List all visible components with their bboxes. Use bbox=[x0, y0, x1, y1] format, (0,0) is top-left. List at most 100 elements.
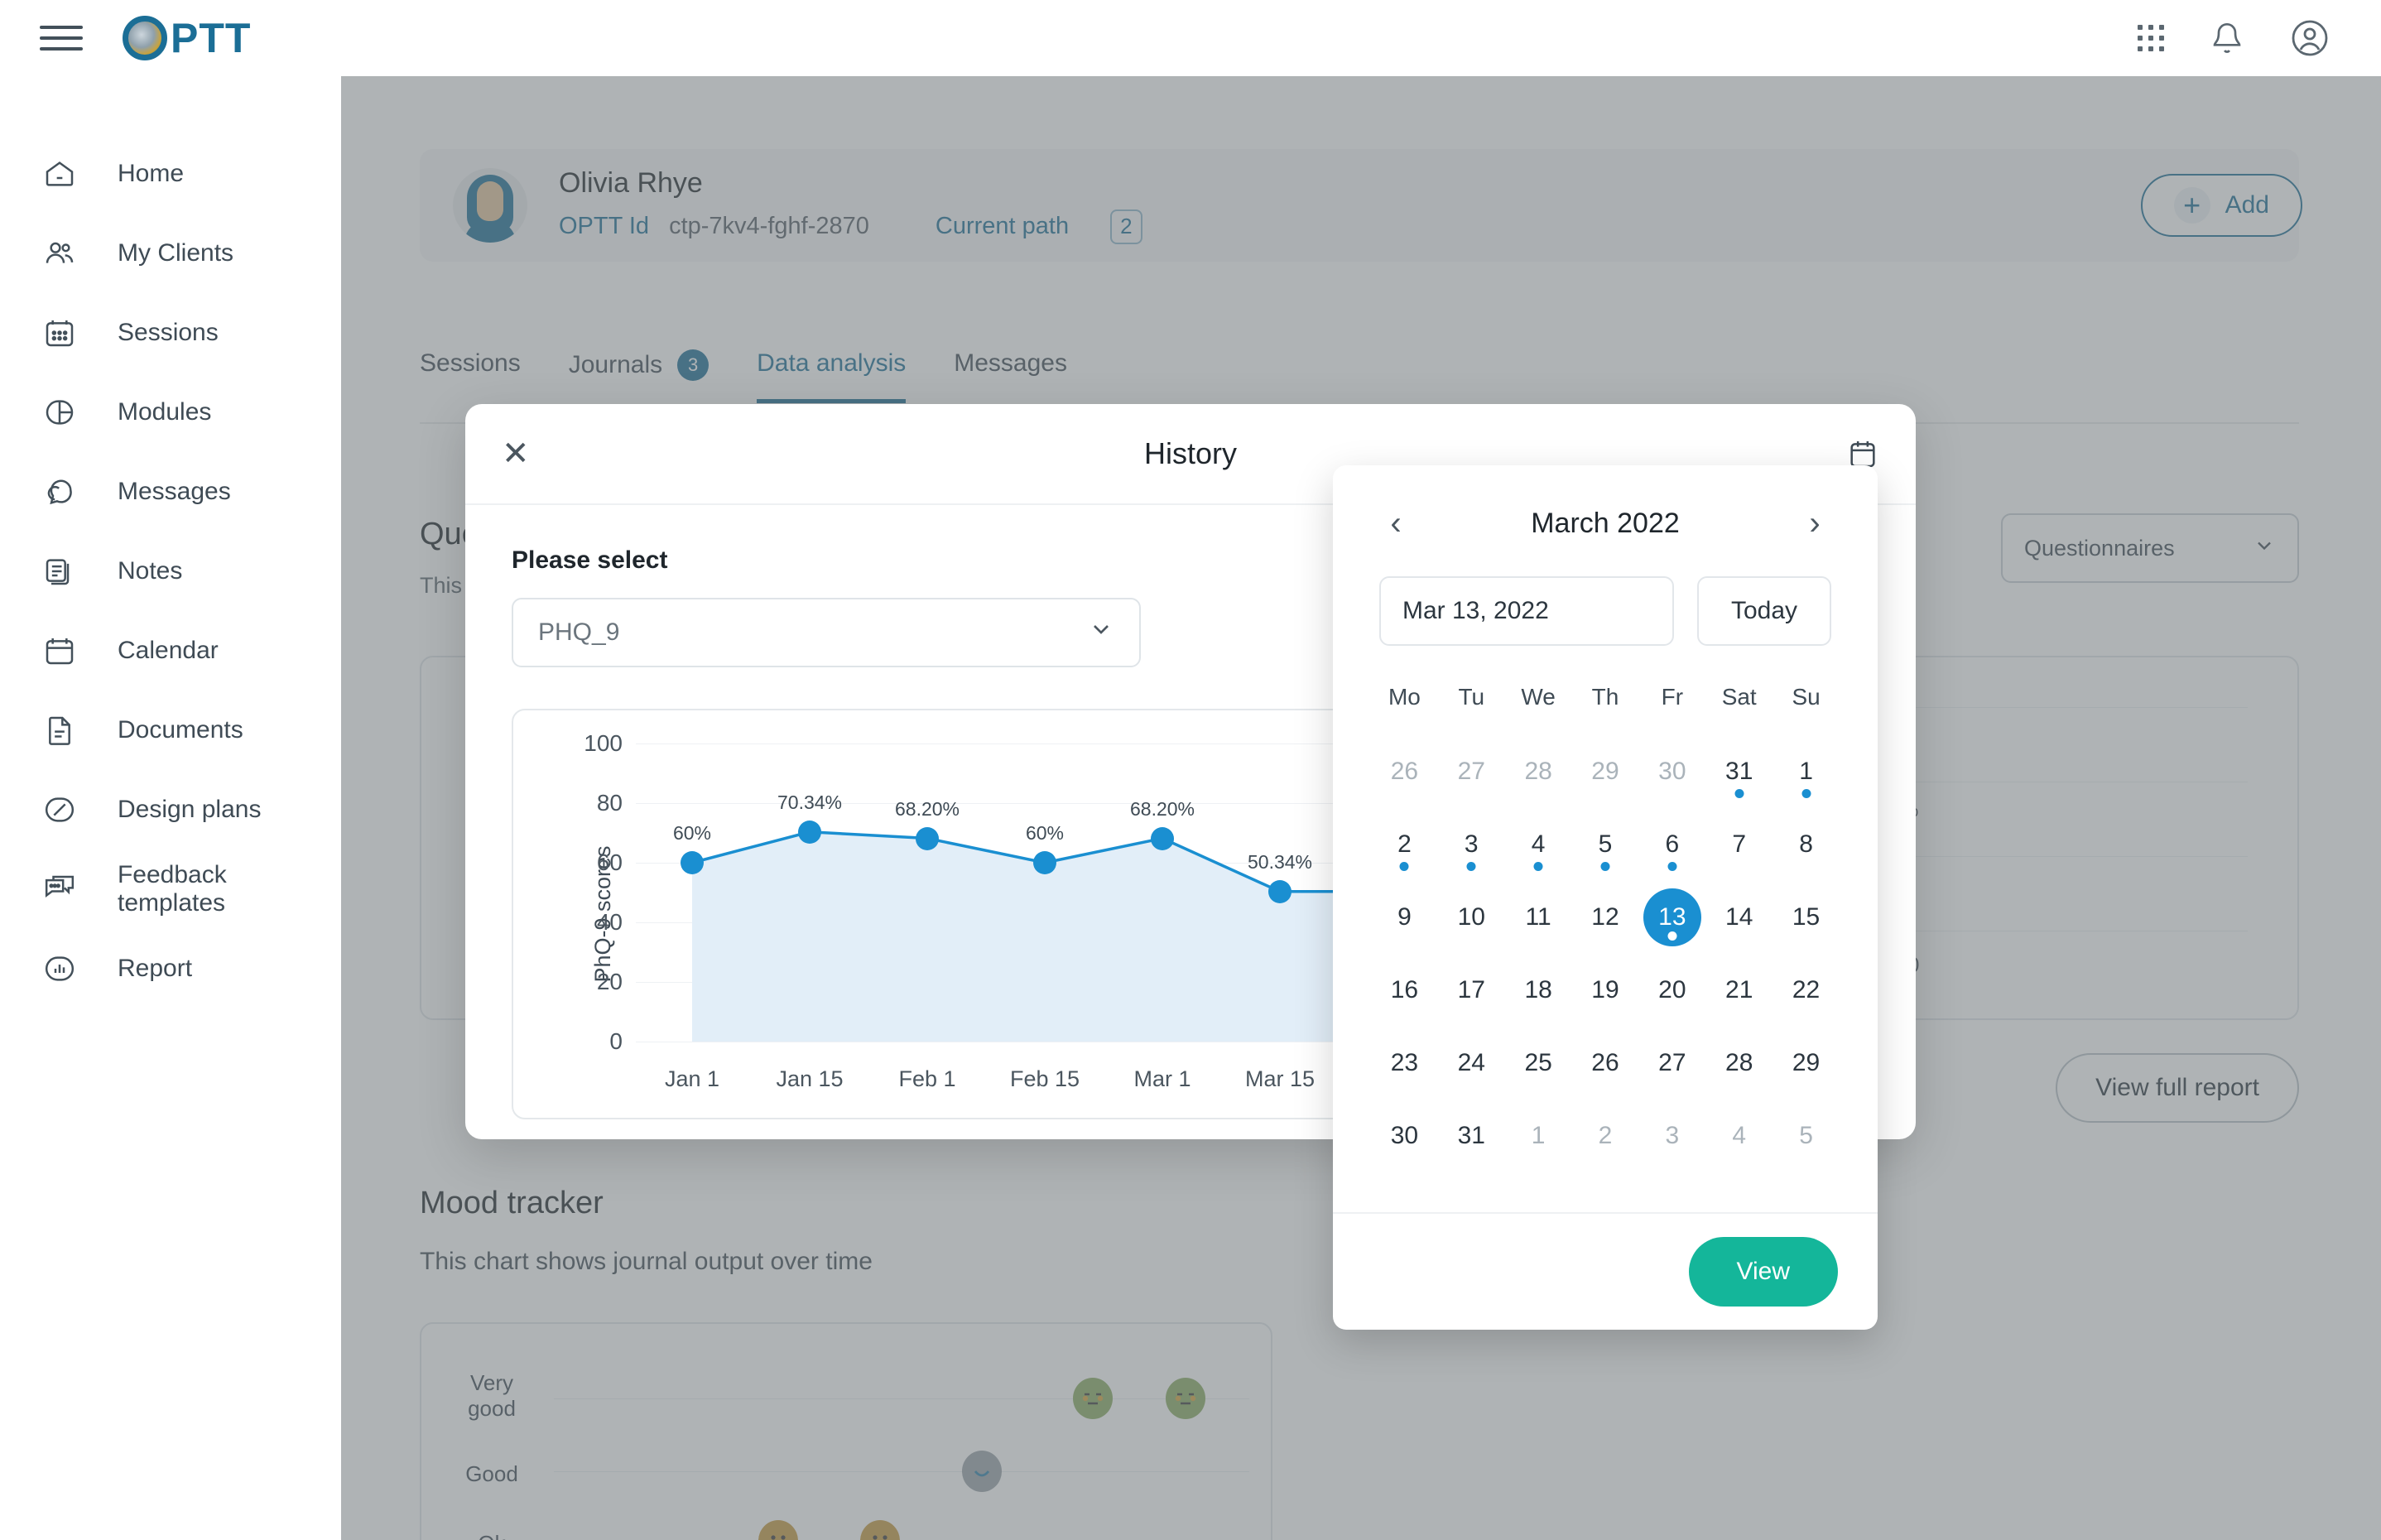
calendar-day[interactable]: 26 bbox=[1371, 735, 1438, 808]
calendar-day[interactable]: 29 bbox=[1572, 735, 1639, 808]
bell-icon[interactable] bbox=[2210, 22, 2244, 55]
sidebar-item-my-clients[interactable]: My Clients bbox=[0, 214, 341, 293]
calendar-day[interactable]: 27 bbox=[1638, 1027, 1705, 1100]
calendar-day[interactable]: 11 bbox=[1505, 881, 1572, 954]
calendar-day[interactable]: 26 bbox=[1572, 1027, 1639, 1100]
calendar-day-selected[interactable]: 13 bbox=[1638, 881, 1705, 954]
sidebar-item-label: Home bbox=[118, 160, 185, 187]
close-icon[interactable]: ✕ bbox=[502, 437, 530, 470]
chart-point-label: 70.34% bbox=[777, 792, 843, 813]
sidebar-item-notes[interactable]: Notes bbox=[0, 532, 341, 611]
calendar-day[interactable]: 19 bbox=[1572, 954, 1639, 1027]
chevron-left-icon[interactable]: ‹ bbox=[1379, 507, 1412, 540]
calendar-day-number: 30 bbox=[1658, 758, 1686, 785]
calendar-day[interactable]: 24 bbox=[1438, 1027, 1505, 1100]
calendar-day[interactable]: 31 bbox=[1705, 735, 1773, 808]
calendar-day[interactable]: 10 bbox=[1438, 881, 1505, 954]
calendar-day[interactable]: 5 bbox=[1773, 1100, 1840, 1172]
calendar-day[interactable]: 4 bbox=[1505, 808, 1572, 881]
calendar-day-number: 28 bbox=[1725, 1049, 1753, 1076]
calendar-day[interactable]: 23 bbox=[1371, 1027, 1438, 1100]
calendar-day-number: 17 bbox=[1457, 976, 1485, 1003]
view-button[interactable]: View bbox=[1688, 1237, 1838, 1307]
brand-logo[interactable]: PTT bbox=[123, 14, 251, 62]
notes-stack-icon bbox=[41, 553, 78, 590]
calendar-day[interactable]: 14 bbox=[1705, 881, 1773, 954]
calendar-day-number: 8 bbox=[1799, 830, 1813, 858]
brand-name: PTT bbox=[171, 15, 252, 61]
calendar-day-number: 23 bbox=[1390, 1049, 1419, 1076]
calendar-day-number: 5 bbox=[1799, 1122, 1813, 1149]
hamburger-menu-icon[interactable] bbox=[40, 22, 83, 55]
calendar-day-number: 25 bbox=[1524, 1049, 1552, 1076]
today-button[interactable]: Today bbox=[1697, 576, 1831, 646]
calendar-day[interactable]: 30 bbox=[1371, 1100, 1438, 1172]
calendar-day[interactable]: 28 bbox=[1705, 1027, 1773, 1100]
calendar-day-number: 22 bbox=[1792, 976, 1821, 1003]
calendar-day[interactable]: 31 bbox=[1438, 1100, 1505, 1172]
calendar-day[interactable]: 28 bbox=[1505, 735, 1572, 808]
calendar-day[interactable]: 3 bbox=[1638, 1100, 1705, 1172]
calendar-day-event-dot bbox=[1466, 862, 1476, 871]
calendar-day[interactable]: 15 bbox=[1773, 881, 1840, 954]
calendar-day-number: 24 bbox=[1457, 1049, 1485, 1076]
calendar-day-number: 1 bbox=[1531, 1122, 1546, 1149]
calendar-day-number: 3 bbox=[1665, 1122, 1680, 1149]
sidebar-item-design-plans[interactable]: Design plans bbox=[0, 770, 341, 849]
day-of-week-header: Sat bbox=[1721, 684, 1757, 710]
calendar-day[interactable]: 22 bbox=[1773, 954, 1840, 1027]
calendar-day-number: 20 bbox=[1658, 976, 1686, 1003]
calendar-day[interactable]: 1 bbox=[1505, 1100, 1572, 1172]
sidebar-item-label: Calendar bbox=[118, 637, 219, 664]
calendar-day[interactable]: 9 bbox=[1371, 881, 1438, 954]
sidebar-item-sessions[interactable]: Sessions bbox=[0, 293, 341, 373]
calendar-day[interactable]: 27 bbox=[1438, 735, 1505, 808]
optt-brain-logo-icon bbox=[123, 16, 167, 60]
chart-x-tick: Jan 1 bbox=[664, 1066, 720, 1091]
chart-point-label: 60% bbox=[1025, 822, 1065, 844]
day-of-week-header: Th bbox=[1591, 684, 1619, 710]
calendar-day[interactable]: 4 bbox=[1705, 1100, 1773, 1172]
calendar-day-number: 4 bbox=[1531, 830, 1546, 858]
sidebar-item-messages[interactable]: Messages bbox=[0, 452, 341, 532]
calendar-day[interactable]: 20 bbox=[1638, 954, 1705, 1027]
calendar-day-number: 11 bbox=[1525, 903, 1551, 931]
chart-x-tick: Jan 15 bbox=[776, 1066, 844, 1091]
calendar-day[interactable]: 1 bbox=[1773, 735, 1840, 808]
calendar-day[interactable]: 30 bbox=[1638, 735, 1705, 808]
calendar-icon bbox=[41, 633, 78, 669]
date-picker-month-label: March 2022 bbox=[1531, 507, 1680, 539]
calendar-day[interactable]: 17 bbox=[1438, 954, 1505, 1027]
calendar-grid-icon bbox=[41, 315, 78, 351]
sidebar-item-calendar[interactable]: Calendar bbox=[0, 611, 341, 691]
magic-wand-circle-icon bbox=[41, 792, 78, 828]
calendar-day[interactable]: 2 bbox=[1572, 1100, 1639, 1172]
sidebar-item-documents[interactable]: Documents bbox=[0, 691, 341, 770]
sidebar-item-feedback-templates[interactable]: Feedback templates bbox=[0, 849, 341, 929]
calendar-day[interactable]: 16 bbox=[1371, 954, 1438, 1027]
calendar-day[interactable]: 21 bbox=[1705, 954, 1773, 1027]
sidebar-item-report[interactable]: Report bbox=[0, 929, 341, 1008]
chevron-right-icon[interactable]: › bbox=[1798, 507, 1831, 540]
sidebar-item-label: Documents bbox=[118, 716, 243, 744]
calendar-day[interactable]: 7 bbox=[1705, 808, 1773, 881]
calendar-day[interactable]: 18 bbox=[1505, 954, 1572, 1027]
calendar-day-number: 29 bbox=[1792, 1049, 1821, 1076]
calendar-day[interactable]: 25 bbox=[1505, 1027, 1572, 1100]
calendar-day[interactable]: 12 bbox=[1572, 881, 1639, 954]
calendar-day[interactable]: 2 bbox=[1371, 808, 1438, 881]
user-circle-icon[interactable] bbox=[2290, 18, 2330, 58]
sidebar-item-modules[interactable]: Modules bbox=[0, 373, 341, 452]
sidebar-item-home[interactable]: Home bbox=[0, 134, 341, 214]
calendar-day[interactable]: 3 bbox=[1438, 808, 1505, 881]
calendar-day[interactable]: 29 bbox=[1773, 1027, 1840, 1100]
apps-grid-icon[interactable] bbox=[2138, 25, 2164, 51]
sidebar-item-label: Notes bbox=[118, 557, 183, 585]
calendar-day[interactable]: 8 bbox=[1773, 808, 1840, 881]
date-input[interactable]: Mar 13, 2022 bbox=[1379, 576, 1674, 646]
questionnaire-select[interactable]: PHQ_9 bbox=[512, 598, 1141, 667]
chart-point-label: 68.20% bbox=[1129, 798, 1195, 820]
calendar-day[interactable]: 6 bbox=[1638, 808, 1705, 881]
day-of-week-header: Tu bbox=[1458, 684, 1485, 710]
calendar-day[interactable]: 5 bbox=[1572, 808, 1639, 881]
